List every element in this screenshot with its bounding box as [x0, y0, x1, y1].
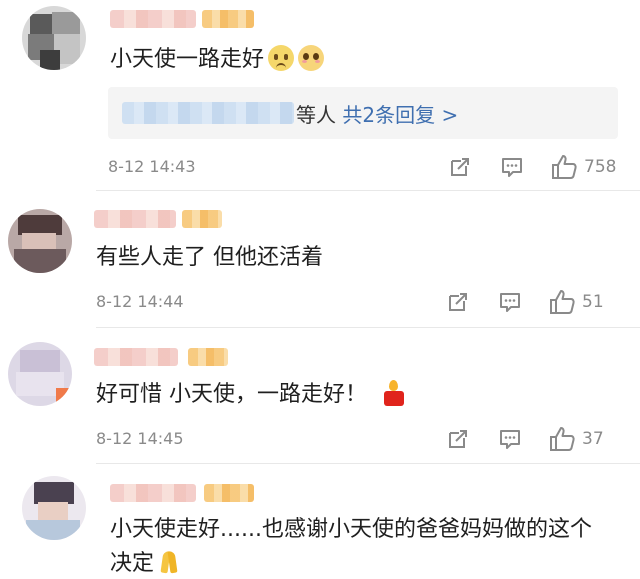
comment-button[interactable]	[498, 290, 522, 314]
comment-text: 好可惜 小天使，一路走好！	[96, 380, 407, 410]
comment-button[interactable]	[498, 427, 522, 451]
comment-text: 小天使一路走好	[110, 45, 325, 75]
comment-button[interactable]	[500, 155, 524, 179]
timestamp: 8-12 14:45	[96, 429, 184, 448]
like-count: 37	[582, 429, 604, 449]
pleading-face-emoji	[298, 45, 325, 71]
user-badge	[182, 210, 222, 228]
crying-face-emoji	[268, 45, 295, 71]
avatar[interactable]	[22, 476, 86, 540]
reply-summary: 等人 共2条回复 >	[296, 103, 459, 127]
thumbs-up-icon	[550, 290, 575, 314]
user-badge	[202, 10, 254, 28]
comment-item: 小天使一路走好 等人 共2条回复 > 8-12 14:43 758	[0, 0, 640, 190]
comment-text-line-2: 决定	[110, 549, 182, 579]
thumbs-up-icon	[552, 155, 577, 179]
replies-preview[interactable]: 等人 共2条回复 >	[108, 87, 618, 139]
user-badge	[188, 348, 228, 366]
comment-text-line-1: 小天使走好......也感谢小天使的爸爸妈妈做的这个	[110, 517, 592, 542]
comment-icon	[500, 430, 520, 449]
like-count: 51	[582, 292, 604, 312]
share-button[interactable]	[448, 155, 472, 179]
view-replies-link[interactable]: 共2条回复 >	[342, 103, 458, 127]
avatar[interactable]	[22, 6, 86, 70]
comment-item: 有些人走了 但他还活着 8-12 14:44 51	[0, 191, 640, 327]
like-button[interactable]: 758	[550, 153, 616, 181]
timestamp: 8-12 14:44	[96, 292, 184, 311]
username[interactable]	[94, 348, 178, 366]
like-button[interactable]: 51	[548, 288, 604, 316]
like-count: 758	[584, 157, 617, 177]
comment-item: 好可惜 小天使，一路走好！ 8-12 14:45 37	[0, 328, 640, 464]
comment-text: 有些人走了 但他还活着	[96, 245, 323, 270]
avatar[interactable]	[8, 342, 72, 406]
username[interactable]	[94, 210, 176, 228]
comment-icon	[500, 293, 520, 312]
thumbs-up-icon	[550, 427, 575, 451]
reply-usernames	[122, 102, 294, 124]
candle-emoji	[381, 380, 407, 406]
share-button[interactable]	[446, 290, 470, 314]
praying-hands-emoji	[156, 549, 182, 575]
share-button[interactable]	[446, 427, 470, 451]
username[interactable]	[110, 10, 196, 28]
username[interactable]	[110, 484, 196, 502]
share-icon	[449, 293, 467, 311]
share-icon	[449, 430, 467, 448]
like-button[interactable]: 37	[548, 425, 604, 453]
user-badge	[204, 484, 254, 502]
share-icon	[451, 158, 469, 176]
avatar[interactable]	[8, 209, 72, 273]
timestamp: 8-12 14:43	[108, 157, 196, 176]
comment-icon	[502, 158, 522, 177]
comment-item: 小天使走好......也感谢小天使的爸爸妈妈做的这个 决定	[0, 464, 640, 579]
